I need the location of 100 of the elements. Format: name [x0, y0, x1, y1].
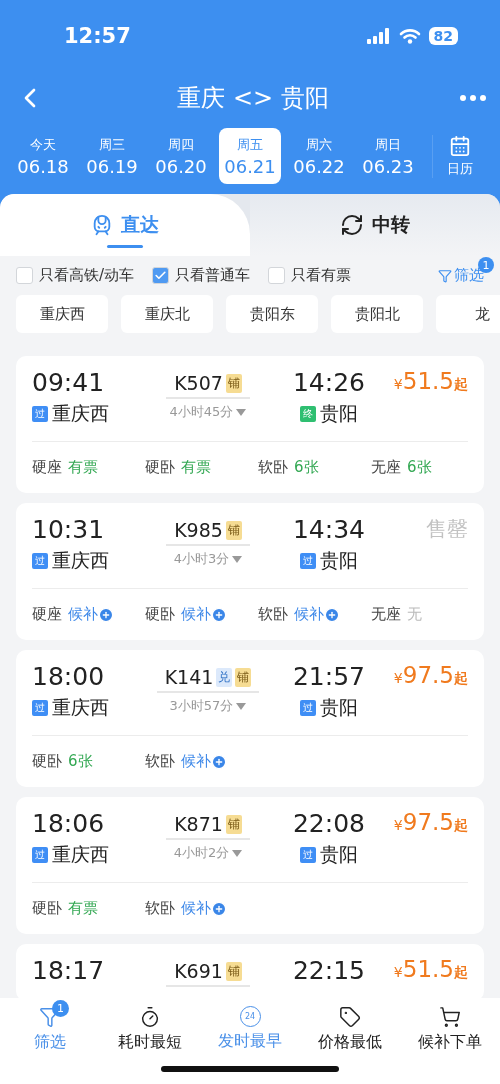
- seat-type: 硬卧: [145, 458, 175, 477]
- price: ¥51.5起: [393, 956, 468, 984]
- seat-availability: 候补: [181, 605, 211, 624]
- station-chip[interactable]: 重庆西: [16, 295, 108, 333]
- seat-availability: 候补: [294, 605, 324, 624]
- station-tag: 过: [32, 700, 48, 716]
- departure-time: 18:06: [32, 809, 106, 838]
- station-tag: 过: [32, 553, 48, 569]
- price: ¥97.5起: [393, 809, 468, 837]
- date-tab[interactable]: 周六 06.22: [288, 128, 350, 184]
- count-badge: 1: [52, 1000, 69, 1017]
- sort-tab[interactable]: 耗时最短: [100, 1006, 200, 1056]
- seat-type: 无座: [371, 605, 401, 624]
- train-badge: 铺: [225, 814, 242, 834]
- train-number: K141: [164, 666, 214, 688]
- date-tab[interactable]: 周日 06.23: [357, 128, 419, 184]
- sort-tab[interactable]: 24 发时最早: [200, 1006, 300, 1056]
- departure-time: 18:17: [32, 956, 106, 985]
- departure-time: 09:41: [32, 368, 106, 397]
- arrival-station: 贵阳: [320, 548, 358, 573]
- train-card[interactable]: 18:17 K691 铺 22:15 ¥51.5起: [16, 944, 484, 998]
- checkbox-label: 只看有票: [291, 266, 352, 285]
- train-card[interactable]: 18:00 过 重庆西 K141 兑 铺 3小时57分 21:57 过 贵阳 ¥97.5起 硬卧 6张 软卧 候补: [16, 650, 484, 787]
- date-tab[interactable]: 周四 06.20: [150, 128, 212, 184]
- seat-type: 硬卧: [32, 899, 62, 918]
- station-tag: 过: [300, 700, 316, 716]
- train-badge: 铺: [225, 373, 242, 393]
- seat-availability: 候补: [181, 899, 211, 918]
- seat-type: 软卧: [258, 458, 288, 477]
- departure-station: 重庆西: [52, 842, 109, 867]
- station-tag: 过: [300, 847, 316, 863]
- departure-time: 10:31: [32, 515, 106, 544]
- arrival-time: 22:08: [292, 809, 365, 838]
- seat-availability: 有票: [68, 899, 98, 918]
- train-card[interactable]: 18:06 过 重庆西 K871 铺 4小时2分 22:08 过 贵阳 ¥97.5起 硬卧 有票 软卧 候补: [16, 797, 484, 934]
- train-number: K985: [174, 519, 223, 541]
- tab[interactable]: 中转: [250, 194, 500, 256]
- station-tag: 过: [32, 406, 48, 422]
- duration[interactable]: 4小时45分: [169, 403, 247, 421]
- arrival-station: 贵阳: [320, 842, 358, 867]
- train-number: K691: [174, 960, 223, 982]
- date-tab[interactable]: 今天 06.18: [12, 128, 74, 184]
- tab[interactable]: 直达: [0, 194, 250, 256]
- seat-availability: 无: [407, 605, 422, 624]
- seat-type: 硬座: [32, 605, 62, 624]
- seat-type: 硬卧: [145, 605, 175, 624]
- arrival-station: 贵阳: [320, 401, 358, 426]
- battery-level: 82: [428, 27, 458, 45]
- seat-type: 硬卧: [32, 752, 62, 771]
- duration[interactable]: 3小时57分: [169, 697, 247, 715]
- station-tag: 终: [300, 406, 316, 422]
- train-number: K871: [174, 813, 223, 835]
- seat-type: 软卧: [145, 899, 175, 918]
- departure-station: 重庆西: [52, 695, 109, 720]
- sort-tab[interactable]: 价格最低: [300, 1006, 400, 1056]
- date-tab[interactable]: 周三 06.19: [81, 128, 143, 184]
- seat-type: 软卧: [258, 605, 288, 624]
- price: ¥51.5起: [393, 368, 468, 396]
- station-chip[interactable]: 贵阳北: [331, 295, 423, 333]
- duration[interactable]: 4小时2分: [173, 844, 243, 862]
- seat-availability: 候补: [181, 752, 211, 771]
- arrival-time: 21:57: [292, 662, 365, 691]
- seat-type: 硬座: [32, 458, 62, 477]
- calendar-button[interactable]: 日历: [432, 134, 473, 178]
- checkbox-label: 只看普通车: [175, 266, 251, 285]
- arrival-station: 贵阳: [320, 695, 358, 720]
- seat-availability: 候补: [68, 605, 98, 624]
- seat-availability: 6张: [68, 752, 93, 771]
- train-badge: 铺: [225, 961, 242, 981]
- train-badge: 兑: [216, 667, 233, 687]
- station-chip[interactable]: 龙: [436, 295, 500, 333]
- station-tag: 过: [300, 553, 316, 569]
- date-tab[interactable]: 周五 06.21: [219, 128, 281, 184]
- route-title: 重庆 <> 贵阳: [177, 83, 329, 114]
- departure-time: 18:00: [32, 662, 106, 691]
- duration[interactable]: 4小时3分: [173, 550, 243, 568]
- arrival-time: 22:15: [292, 956, 365, 985]
- station-tag: 过: [32, 847, 48, 863]
- train-badge: 铺: [225, 520, 242, 540]
- train-card[interactable]: 10:31 过 重庆西 K985 铺 4小时3分 14:34 过 贵阳 售罄 硬座 候补 硬卧 候补 软卧 候补 无座 无: [16, 503, 484, 640]
- train-card[interactable]: 09:41 过 重庆西 K507 铺 4小时45分 14:26 终 贵阳 ¥51.5起 硬座 有票 硬卧 有票 软卧 6张 无座 6张: [16, 356, 484, 493]
- seat-availability: 有票: [181, 458, 211, 477]
- station-chip[interactable]: 贵阳东: [226, 295, 318, 333]
- status-time: 12:57: [64, 24, 131, 48]
- sold-out-label: 售罄: [426, 516, 468, 543]
- train-badge: 铺: [235, 667, 252, 687]
- seat-availability: 6张: [294, 458, 319, 477]
- arrival-time: 14:34: [292, 515, 365, 544]
- checkbox-label: 只看高铁/动车: [39, 266, 135, 285]
- arrival-time: 14:26: [292, 368, 365, 397]
- departure-station: 重庆西: [52, 401, 109, 426]
- seat-type: 无座: [371, 458, 401, 477]
- price: ¥97.5起: [393, 662, 468, 690]
- seat-type: 软卧: [145, 752, 175, 771]
- sort-tab[interactable]: 候补下单: [400, 1006, 500, 1056]
- seat-availability: 有票: [68, 458, 98, 477]
- seat-availability: 6张: [407, 458, 432, 477]
- station-chip[interactable]: 重庆北: [121, 295, 213, 333]
- departure-station: 重庆西: [52, 548, 109, 573]
- train-number: K507: [174, 372, 223, 394]
